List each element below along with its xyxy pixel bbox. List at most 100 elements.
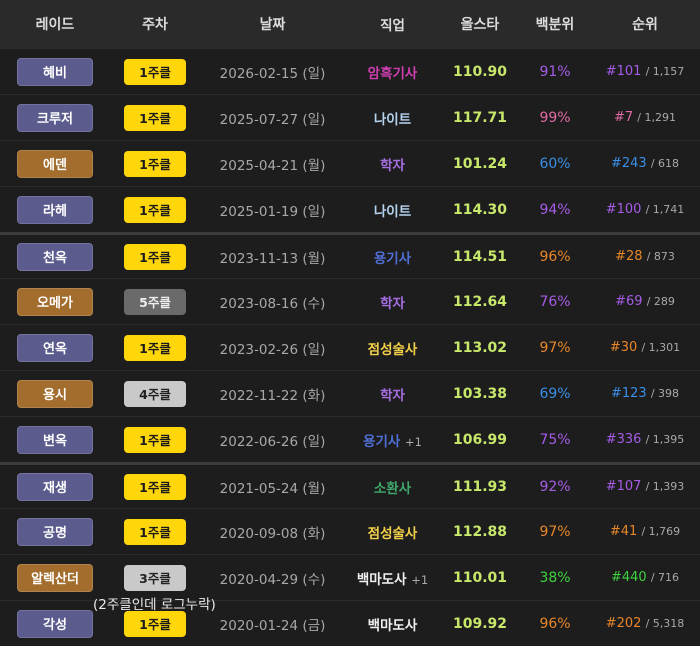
job-cell: 나이트 [345, 108, 440, 128]
table-row[interactable]: 알렉산더 3주클 2020-04-29 (수) 백마도사 +1 110.01 38% #44… [0, 554, 700, 613]
header-allstar[interactable]: 올스타 [440, 14, 520, 34]
rank[interactable]: #100 [606, 202, 642, 217]
header-percent[interactable]: 백분위 [520, 14, 590, 34]
week-cell: 5주클 [110, 288, 200, 315]
job-name[interactable]: 소환사 [374, 481, 411, 497]
table-row[interactable]: 변옥 1주클 2022-06-26 (일) 용기사 +1 106.99 75% #336 /… [0, 416, 700, 462]
job-name[interactable]: 백마도사 [368, 618, 418, 634]
date: 2023-11-13 (월) [219, 250, 326, 267]
raid-badge[interactable]: 재생 [17, 472, 93, 501]
rank[interactable]: #30 [610, 340, 637, 355]
rank[interactable]: #336 [606, 432, 642, 447]
raid-badge[interactable]: 각성 [17, 609, 93, 638]
job-name[interactable]: 백마도사 [357, 572, 407, 588]
job-name[interactable]: 점성술사 [368, 526, 418, 542]
header-job[interactable]: 직업 [345, 14, 440, 34]
raid-badge[interactable]: 용시 [17, 379, 93, 408]
rank[interactable]: #107 [606, 479, 642, 494]
week-cell: 1주클 [110, 243, 200, 270]
raid-badge[interactable]: 크루저 [17, 103, 93, 132]
header-rank[interactable]: 순위 [590, 14, 700, 34]
job-name[interactable]: 나이트 [374, 204, 411, 220]
rank[interactable]: #28 [615, 249, 642, 264]
percentile: 96% [539, 615, 571, 632]
table-body: 혜비 1주클 2026-02-15 (일) 암흑기사 110.90 91% #101 / 1… [0, 48, 700, 646]
raid-badge[interactable]: 에덴 [17, 149, 93, 178]
raid-badge[interactable]: 천옥 [17, 242, 93, 271]
percentile: 91% [539, 63, 571, 80]
rank-total: / 618 [650, 157, 680, 170]
rank[interactable]: #69 [615, 294, 642, 309]
rank-total: / 873 [646, 250, 675, 263]
week-cell: 1주클 [110, 58, 200, 85]
raid-badge[interactable]: 연옥 [17, 333, 93, 362]
rank[interactable]: #123 [611, 386, 647, 401]
table-row[interactable]: 크루저 1주클 2025-07-27 (일) 나이트 117.71 99% #7 / 1,2… [0, 94, 700, 140]
allstar-score: 109.92 [452, 615, 508, 632]
raid-badge[interactable]: 알렉산더 [17, 563, 93, 592]
percentile: 69% [539, 385, 571, 402]
raid-badge[interactable]: 혜비 [17, 57, 93, 86]
header-date[interactable]: 날짜 [200, 14, 345, 34]
job-name[interactable]: 용기사 [374, 251, 411, 267]
job-cell: 나이트 [345, 200, 440, 220]
week-badge: 1주클 [124, 473, 186, 500]
header-week[interactable]: 주차 [110, 14, 200, 34]
allstar-score: 103.38 [452, 385, 508, 402]
allstar-score: 101.24 [452, 155, 508, 172]
table-row[interactable]: 연옥 1주클 2023-02-26 (일) 점성술사 113.02 97% #30 / 1,… [0, 324, 700, 370]
week-badge: 1주클 [124, 426, 186, 453]
raid-log-table: 레이드 주차 날짜 직업 올스타 백분위 순위 혜비 1주클 2026-02-15 … [0, 0, 700, 646]
rank-cell: #336 / 1,395 [590, 432, 700, 447]
table-row[interactable]: 공명 1주클 2020-09-08 (화) 점성술사 112.88 97% #41 / 1,… [0, 508, 700, 554]
job-name[interactable]: 용기사 [363, 434, 400, 450]
header-raid[interactable]: 레이드 [0, 14, 110, 34]
percentile: 99% [539, 109, 571, 126]
table-row[interactable]: 오메가 5주클 2023-08-16 (수) 학자 112.64 76% #69 / 289 [0, 278, 700, 324]
table-row[interactable]: 혜비 1주클 2026-02-15 (일) 암흑기사 110.90 91% #101 / 1… [0, 48, 700, 94]
week-badge: 1주클 [124, 196, 186, 223]
week-cell: 1주클 [110, 473, 200, 500]
raid-badge[interactable]: 공명 [17, 517, 93, 546]
job-name[interactable]: 암흑기사 [368, 66, 418, 82]
job-name[interactable]: 나이트 [374, 112, 411, 128]
week-cell: 3주클 [110, 564, 200, 591]
job-cell: 용기사 +1 [345, 430, 440, 450]
table-row[interactable]: 용시 4주클 2022-11-22 (화) 학자 103.38 69% #123 / 398 [0, 370, 700, 416]
raid-badge[interactable]: 라헤 [17, 195, 93, 224]
rank[interactable]: #243 [611, 156, 647, 171]
percentile: 96% [539, 248, 571, 265]
rank[interactable]: #440 [611, 570, 647, 585]
rank[interactable]: #7 [614, 110, 633, 125]
rank[interactable]: #101 [606, 64, 642, 79]
job-cell: 소환사 [345, 477, 440, 497]
raid-cell: 공명 [0, 517, 110, 546]
rank-cell: #41 / 1,769 [590, 524, 700, 539]
job-name[interactable]: 학자 [380, 296, 405, 312]
rank-total: / 1,157 [645, 65, 685, 78]
percentile: 38% [539, 569, 571, 586]
table-row[interactable]: 에덴 1주클 2025-04-21 (월) 학자 101.24 60% #243 / 618 [0, 140, 700, 186]
job-name[interactable]: 점성술사 [368, 342, 418, 358]
rank-total: / 1,741 [645, 203, 685, 216]
table-row[interactable]: 천옥 1주클 2023-11-13 (월) 용기사 114.51 96% #28 / 873 [0, 232, 700, 278]
percentile: 92% [539, 478, 571, 495]
raid-cell: 크루저 [0, 103, 110, 132]
raid-badge[interactable]: 변옥 [17, 425, 93, 454]
table-row[interactable]: 라헤 1주클 2025-01-19 (일) 나이트 114.30 94% #100 / 1,… [0, 186, 700, 232]
rank[interactable]: #41 [610, 524, 637, 539]
table-row[interactable]: 재생 1주클 2021-05-24 (월) 소환사 111.93 92% #107 / 1,… [0, 462, 700, 508]
job-cell: 학자 [345, 292, 440, 312]
week-badge: 1주클 [124, 518, 186, 545]
rank-cell: #202 / 5,318 [590, 616, 700, 631]
percentile: 94% [539, 201, 571, 218]
rank-cell: #107 / 1,393 [590, 479, 700, 494]
job-name[interactable]: 학자 [380, 158, 405, 174]
job-name[interactable]: 학자 [380, 388, 405, 404]
rank-total: / 1,291 [637, 111, 676, 124]
week-badge: 1주클 [124, 58, 186, 85]
rank[interactable]: #202 [606, 616, 642, 631]
rank-cell: #30 / 1,301 [590, 340, 700, 355]
rank-total: / 1,769 [641, 525, 681, 538]
raid-badge[interactable]: 오메가 [17, 287, 93, 316]
